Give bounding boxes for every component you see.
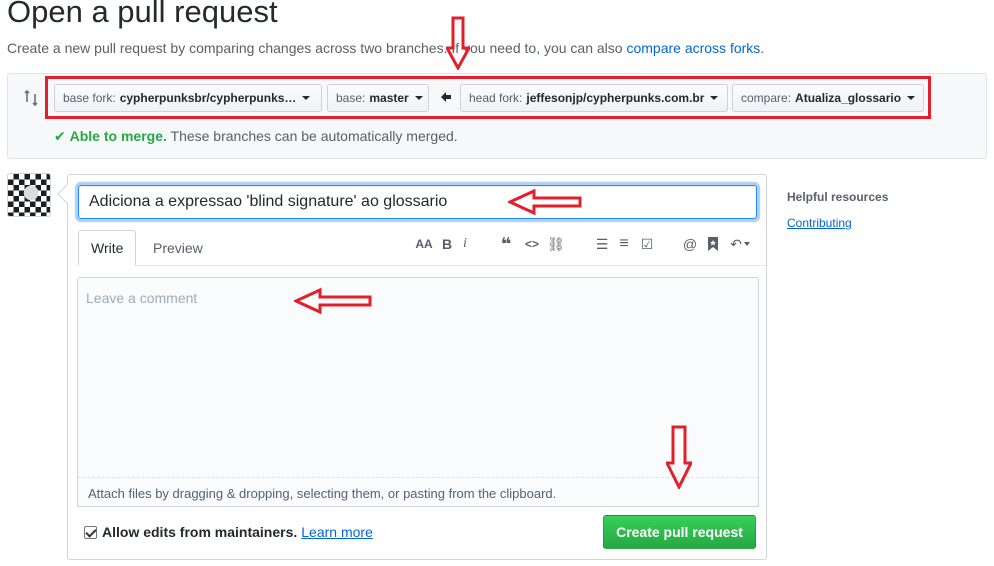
pull-request-form: Adiciona a expressao 'blind signature' a… — [57, 174, 768, 560]
chevron-down-icon — [414, 96, 423, 100]
compare-forks-link[interactable]: compare across forks — [626, 40, 760, 56]
subtitle-suffix: . — [760, 40, 765, 56]
contributing-link[interactable]: Contributing — [787, 216, 852, 230]
tab-preview[interactable]: Preview — [141, 230, 215, 266]
base-fork-label: base fork: — [63, 91, 116, 105]
compare-branch-value: Atualiza_glossario — [795, 91, 902, 105]
page-subtitle: Create a new pull request by comparing c… — [7, 40, 764, 56]
header-icon[interactable]: AA — [414, 235, 434, 253]
learn-more-link[interactable]: Learn more — [301, 524, 373, 540]
base-fork-select[interactable]: base fork: cypherpunksbr/cypherpunks… — [54, 84, 322, 112]
base-branch-label: base: — [336, 91, 366, 105]
compare-branch-label: compare: — [741, 91, 792, 105]
arrow-left-icon — [441, 92, 451, 102]
allow-edits-label: Allow edits from maintainers. — [102, 524, 298, 540]
head-fork-select[interactable]: head fork: jeffesonjp/cypherpunks.com.br — [460, 84, 728, 112]
reply-icon[interactable]: ↶ — [728, 235, 752, 253]
range-editor: base fork: cypherpunksbr/cypherpunks… ba… — [7, 73, 987, 159]
merge-status-text: These branches can be automatically merg… — [166, 128, 458, 144]
compare-branch-select[interactable]: compare: Atualiza_glossario — [732, 84, 924, 112]
link-icon[interactable]: ⛓ — [547, 235, 565, 253]
code-icon[interactable]: <> — [523, 235, 541, 253]
base-branch-select[interactable]: base: master — [327, 84, 429, 112]
bookmark-icon[interactable] — [706, 236, 720, 252]
merge-status: ✔ Able to merge. These branches can be a… — [54, 128, 458, 145]
comment-textarea[interactable]: Leave a comment — [77, 277, 759, 507]
create-pull-request-button[interactable]: Create pull request — [603, 515, 756, 549]
merge-status-bold: Able to merge. — [69, 128, 167, 144]
attach-files-bar[interactable]: Attach files by dragging & dropping, sel… — [77, 477, 759, 507]
title-input[interactable]: Adiciona a expressao 'blind signature' a… — [78, 185, 757, 219]
comment-placeholder: Leave a comment — [86, 290, 198, 306]
head-fork-label: head fork: — [469, 91, 523, 105]
page-title: Open a pull request — [7, 0, 278, 29]
unordered-list-icon[interactable]: ☰ — [594, 235, 610, 253]
mention-icon[interactable]: @ — [682, 235, 698, 253]
check-icon: ✔ — [54, 128, 66, 144]
chevron-down-icon — [302, 96, 311, 100]
helpful-resources-heading: Helpful resources — [787, 190, 889, 204]
allow-edits-checkbox[interactable] — [84, 525, 97, 539]
form-pointer — [57, 184, 77, 204]
tab-write[interactable]: Write — [78, 230, 137, 266]
head-fork-value: jeffesonjp/cypherpunks.com.br — [526, 91, 705, 105]
avatar — [7, 173, 51, 217]
italic-icon[interactable]: i — [460, 235, 470, 253]
chevron-down-icon — [743, 242, 750, 246]
quote-icon[interactable]: ❝ — [498, 234, 514, 254]
reply-glyph: ↶ — [730, 235, 742, 252]
chevron-down-icon — [710, 96, 719, 100]
git-compare-icon — [24, 89, 38, 107]
task-list-icon[interactable]: ☑ — [638, 235, 656, 253]
bold-icon[interactable]: B — [440, 235, 454, 253]
ordered-list-icon[interactable]: ≡ — [616, 235, 632, 253]
allow-edits-row: Allow edits from maintainers. Learn more — [84, 524, 373, 540]
base-fork-value: cypherpunksbr/cypherpunks… — [119, 91, 297, 105]
subtitle-text: Create a new pull request by comparing c… — [7, 40, 627, 56]
base-branch-value: master — [369, 91, 409, 105]
chevron-down-icon — [907, 96, 916, 100]
